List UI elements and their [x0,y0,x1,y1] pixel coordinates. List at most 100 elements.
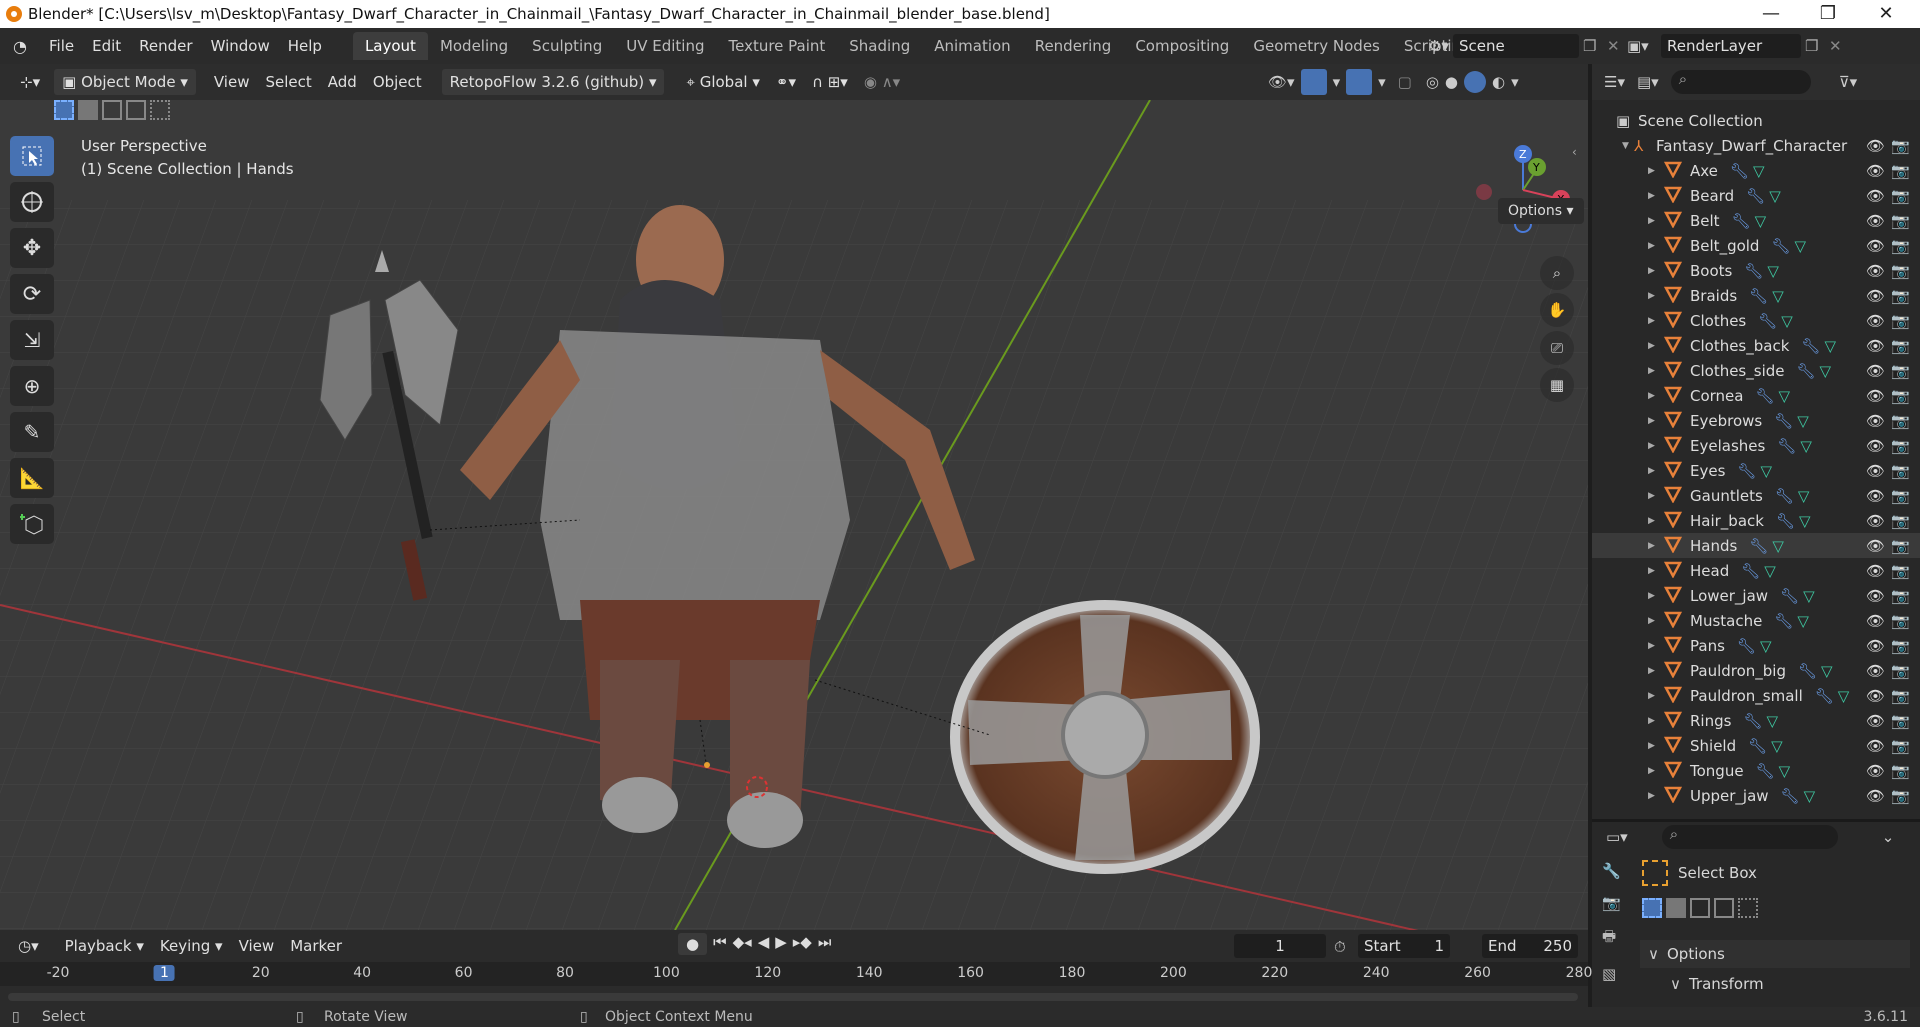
modifier-wrench-icon[interactable]: 🔧︎ [1774,412,1793,430]
tab-sculpting[interactable]: Sculpting [520,32,614,60]
tool-settings-tab-icon[interactable]: 🔧 [1602,862,1622,880]
visibility-eye-icon[interactable]: 👁 [1866,287,1885,305]
tab-modeling[interactable]: Modeling [428,32,520,60]
material-shading-icon[interactable] [1464,71,1487,93]
view-layer-icon[interactable]: ▣▾ [1627,37,1657,55]
prev-keyframe-icon[interactable]: ◆◂ [733,933,752,955]
render-camera-icon[interactable]: 📷 [1891,487,1910,505]
expand-triangle-icon[interactable]: ▶ [1648,591,1660,601]
outliner-item-eyelashes[interactable]: ▶ Eyelashes 🔧︎ ▽ 👁 📷 [1592,433,1920,458]
visibility-eye-icon[interactable]: 👁 [1866,612,1885,630]
tab-shading[interactable]: Shading [837,32,922,60]
proportional-edit-icon[interactable]: ◉ ∧▾ [856,69,908,95]
visibility-eye-icon[interactable]: 👁 [1866,312,1885,330]
expand-triangle-icon[interactable]: ▶ [1648,716,1660,726]
expand-triangle-icon[interactable]: ▶ [1648,341,1660,351]
outliner-item-clothes-side[interactable]: ▶ Clothes_side 🔧︎ ▽ 👁 📷 [1592,358,1920,383]
visibility-eye-icon[interactable]: 👁 [1866,512,1885,530]
render-camera-icon[interactable]: 📷 [1891,762,1910,780]
render-camera-icon[interactable]: 📷 [1891,662,1910,680]
viewport-menu-object[interactable]: Object [365,69,430,95]
mesh-data-icon[interactable]: ▽ [1766,712,1778,730]
outliner-search-input[interactable]: ⌕ [1670,70,1811,94]
zoom-icon[interactable]: ⌕ [1540,256,1574,290]
expand-triangle-icon[interactable]: ▶ [1648,391,1660,401]
properties-search-input[interactable]: ⌕ [1661,825,1838,849]
scene-name-field[interactable]: Scene [1452,34,1579,58]
pan-hand-icon[interactable]: ✋ [1540,293,1574,327]
tool-mode-subtract-icon[interactable] [1690,898,1710,918]
menu-window[interactable]: Window [202,37,279,55]
modifier-wrench-icon[interactable]: 🔧︎ [1771,237,1790,255]
viewport-options-button[interactable]: Options ▾ [1498,198,1584,224]
outliner-item-rings[interactable]: ▶ Rings 🔧︎ ▽ 👁 📷 [1592,708,1920,733]
cursor-tool[interactable] [10,182,54,222]
render-camera-icon[interactable]: 📷 [1891,712,1910,730]
render-camera-icon[interactable]: 📷 [1891,687,1910,705]
outliner-item-hair-back[interactable]: ▶ Hair_back 🔧︎ ▽ 👁 📷 [1592,508,1920,533]
menu-edit[interactable]: Edit [83,37,130,55]
outliner-item-eyebrows[interactable]: ▶ Eyebrows 🔧︎ ▽ 👁 📷 [1592,408,1920,433]
view-layer-tab-icon[interactable]: ▧ [1602,965,1622,983]
scene-icon[interactable]: ⚙▾ [1428,37,1449,55]
expand-triangle-icon[interactable]: ▶ [1648,516,1660,526]
tab-animation[interactable]: Animation [922,32,1022,60]
modifier-wrench-icon[interactable]: 🔧︎ [1732,212,1751,230]
visibility-eye-icon[interactable]: 👁 [1866,437,1885,455]
modifier-wrench-icon[interactable]: 🔧︎ [1730,162,1749,180]
expand-triangle-icon[interactable]: ▶ [1648,641,1660,651]
select-new-icon[interactable] [54,100,74,120]
mode-dropdown[interactable]: ▣ Object Mode ▾ [54,69,196,95]
marker-menu[interactable]: Marker [282,933,350,959]
outliner-item-mustache[interactable]: ▶ Mustache 🔧︎ ▽ 👁 📷 [1592,608,1920,633]
solid-shading-icon[interactable]: ● [1445,73,1458,91]
outliner-item-hands[interactable]: ▶ Hands 🔧︎ ▽ 👁 📷 [1592,533,1920,558]
outliner-item-boots[interactable]: ▶ Boots 🔧︎ ▽ 👁 📷 [1592,258,1920,283]
scale-tool[interactable]: ⇲ [10,320,54,360]
perspective-toggle-icon[interactable]: ▦ [1540,368,1574,402]
mesh-data-icon[interactable]: ▽ [1838,687,1850,705]
outliner-item-clothes[interactable]: ▶ Clothes 🔧︎ ▽ 👁 📷 [1592,308,1920,333]
sidebar-toggle-icon[interactable]: ‹ [1572,145,1577,159]
expand-triangle-icon[interactable]: ▶ [1648,216,1660,226]
mesh-data-icon[interactable]: ▽ [1820,362,1832,380]
next-keyframe-icon[interactable]: ▸◆ [793,933,812,955]
timeline-editor-type-icon[interactable]: ◷▾ [10,933,47,959]
modifier-wrench-icon[interactable]: 🔧︎ [1775,487,1794,505]
select-invert-icon[interactable] [126,100,146,120]
current-frame-field[interactable]: 1 [1234,934,1326,958]
visibility-eye-icon[interactable]: 👁 [1866,187,1885,205]
add-cube-tool[interactable] [10,504,54,544]
gizmo-toggle-icon[interactable] [1300,69,1327,95]
modifier-wrench-icon[interactable]: 🔧︎ [1780,587,1799,605]
render-camera-icon[interactable]: 📷 [1891,562,1910,580]
mesh-data-icon[interactable]: ▽ [1821,662,1833,680]
editor-type-icon[interactable]: ⊹▾ [12,69,48,95]
render-camera-icon[interactable]: 📷 [1891,337,1910,355]
visibility-eye-icon[interactable]: 👁 [1866,212,1885,230]
modifier-wrench-icon[interactable]: 🔧︎ [1776,512,1795,530]
mesh-data-icon[interactable]: ▽ [1799,512,1811,530]
visibility-eye-icon[interactable]: 👁 [1866,662,1885,680]
mesh-data-icon[interactable]: ▽ [1779,387,1791,405]
outliner-scene-collection[interactable]: ▣ Scene Collection [1592,108,1920,133]
modifier-wrench-icon[interactable]: 🔧︎ [1801,337,1820,355]
visibility-eye-icon[interactable]: 👁 [1866,137,1885,155]
options-panel-header[interactable]: ∨ Options [1640,940,1910,968]
visibility-eye-icon[interactable]: 👁 [1866,562,1885,580]
expand-triangle-icon[interactable]: ▶ [1648,241,1660,251]
expand-triangle-icon[interactable]: ▶ [1648,166,1660,176]
wireframe-shading-icon[interactable]: ◎ [1426,73,1439,91]
visibility-eye-icon[interactable]: 👁 [1866,787,1885,805]
visibility-eye-icon[interactable]: 👁 [1866,462,1885,480]
jump-start-icon[interactable]: ⏮ [713,933,727,955]
mesh-data-icon[interactable]: ▽ [1800,437,1812,455]
tab-layout[interactable]: Layout [352,32,428,60]
navigation-gizmo[interactable]: Z Y X [1460,140,1580,250]
visibility-eye-icon[interactable]: 👁 [1866,537,1885,555]
visibility-eye-icon[interactable]: 👁 [1866,412,1885,430]
3d-viewport[interactable]: Z Y X ⌕ ✋ ⎚ ▦ ‹ Options ▾ [0,100,1588,930]
mesh-data-icon[interactable]: ▽ [1769,187,1781,205]
visibility-eye-icon[interactable]: 👁 [1866,387,1885,405]
render-camera-icon[interactable]: 📷 [1891,362,1910,380]
